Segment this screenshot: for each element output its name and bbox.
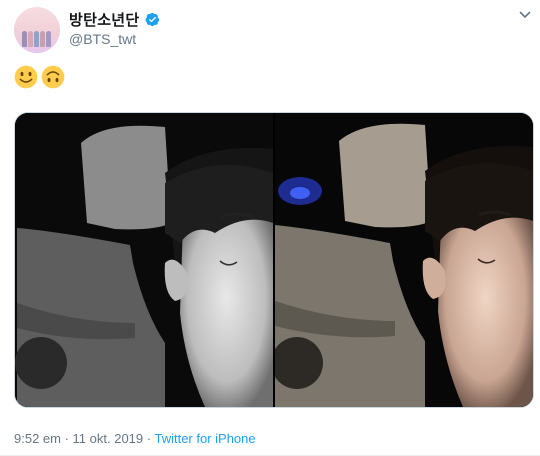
tweet-media (14, 112, 534, 408)
photo-2-image (275, 113, 533, 407)
avatar-figure (46, 31, 51, 47)
upside-down-face-emoji-icon (41, 65, 65, 89)
tweet-meta: 9:52 em · 11 okt. 2019 · Twitter for iPh… (14, 431, 256, 446)
avatar[interactable] (14, 7, 60, 53)
tweet-source-link[interactable]: Twitter for iPhone (154, 431, 255, 446)
meta-separator: · (143, 431, 155, 446)
tweet-date[interactable]: 11 okt. 2019 (73, 431, 144, 446)
avatar-figure (34, 31, 39, 47)
photo-1-image (15, 113, 273, 407)
avatar-figure (40, 31, 45, 47)
author-handle[interactable]: @BTS_twt (69, 31, 136, 47)
avatar-figure (28, 31, 33, 47)
tweet-photo-1[interactable] (15, 113, 273, 407)
display-name[interactable]: 방탄소년단 (69, 9, 140, 30)
slightly-smiling-face-emoji-icon (14, 65, 38, 89)
tweet-text (14, 65, 65, 89)
avatar-figure (22, 31, 27, 47)
author-name-row[interactable]: 방탄소년단 (69, 9, 160, 30)
tweet-time[interactable]: 9:52 em (14, 431, 61, 446)
tweet-photo-2[interactable] (275, 113, 533, 407)
meta-separator: · (60, 431, 73, 446)
verified-badge-icon (145, 12, 159, 27)
chevron-down-icon[interactable] (518, 8, 532, 22)
